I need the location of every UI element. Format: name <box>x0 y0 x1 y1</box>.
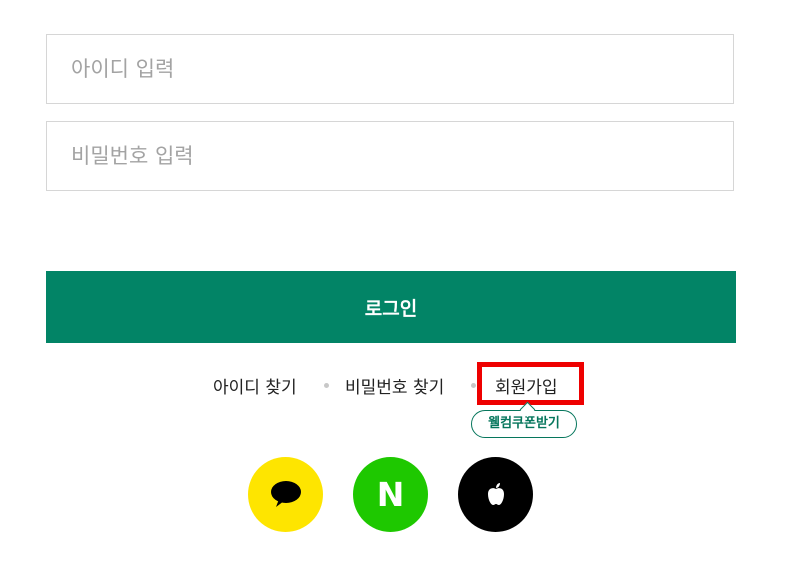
speech-bubble-icon <box>270 480 301 507</box>
login-page: 로그인 아이디 찾기 비밀번호 찾기 회원가입 웰컴쿠폰받기 N <box>0 0 789 563</box>
naver-login-button[interactable]: N <box>353 457 428 532</box>
kakao-login-button[interactable] <box>248 457 323 532</box>
signup-highlight: 회원가입 <box>477 362 584 405</box>
apple-login-button[interactable] <box>458 457 533 532</box>
naver-n-icon: N <box>376 475 405 514</box>
signup-link[interactable]: 회원가입 <box>495 373 558 398</box>
password-field-box <box>46 121 734 191</box>
login-button[interactable]: 로그인 <box>46 271 736 343</box>
account-links: 아이디 찾기 비밀번호 찾기 <box>0 368 789 402</box>
id-field-box <box>46 34 734 104</box>
separator-dot <box>324 383 329 388</box>
password-input[interactable] <box>47 122 733 190</box>
apple-icon <box>487 483 504 505</box>
id-input[interactable] <box>47 35 733 103</box>
separator-dot <box>471 383 476 388</box>
find-password-link[interactable]: 비밀번호 찾기 <box>345 373 444 398</box>
find-id-link[interactable]: 아이디 찾기 <box>213 373 297 398</box>
